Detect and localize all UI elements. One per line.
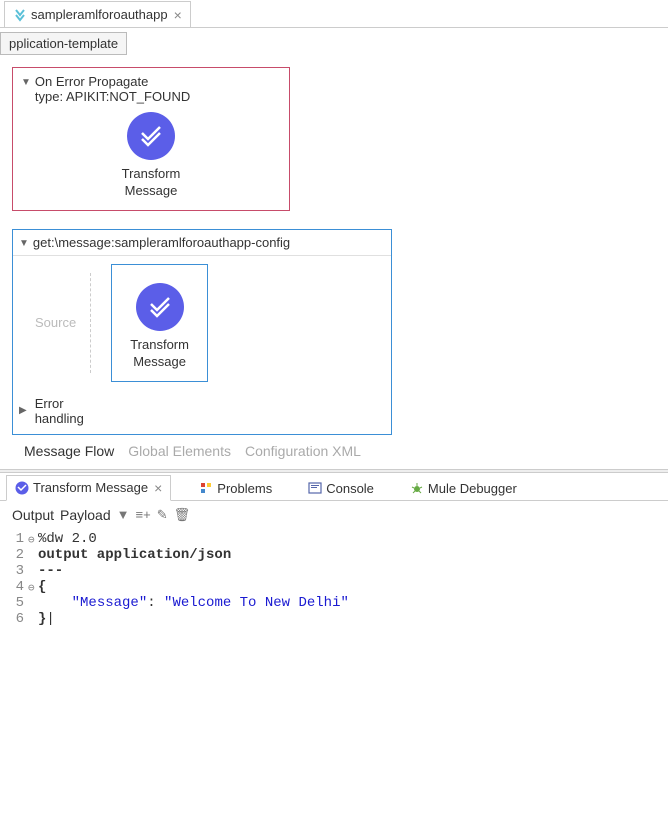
transform-message-component[interactable]: Transform Message (21, 112, 281, 200)
bottom-tab-bar: Transform Message × Problems Console Mul… (0, 473, 668, 501)
error-handling-label: Error handling (35, 396, 84, 426)
transform-label: Transform Message (130, 337, 189, 371)
cursor: | (46, 611, 54, 627)
collapse-icon[interactable]: ▼ (21, 74, 31, 88)
problems-icon (199, 481, 213, 495)
error-subtitle: type: APIKIT:NOT_FOUND (35, 89, 190, 104)
close-icon[interactable]: × (174, 7, 182, 23)
dropdown-icon[interactable]: ▼ (117, 507, 130, 522)
add-target-icon[interactable]: ≡+ (136, 507, 151, 522)
flow-block[interactable]: ▼ get:\message:sampleramlforoauthapp-con… (12, 229, 392, 435)
expand-icon[interactable]: ▶ (19, 405, 27, 416)
editor-tab[interactable]: sampleramlforoauthapp × (4, 1, 191, 27)
tab-global-elements[interactable]: Global Elements (128, 443, 231, 459)
tab-problems[interactable]: Problems (191, 477, 280, 500)
payload-label: Payload (60, 507, 111, 523)
output-toolbar: Output Payload ▼ ≡+ ✎ 🗑 (0, 501, 668, 529)
close-icon[interactable]: × (154, 480, 162, 496)
tab-console[interactable]: Console (300, 477, 382, 500)
tooltip: pplication-template (0, 32, 127, 55)
tab-message-flow[interactable]: Message Flow (24, 443, 114, 459)
transform-tab-icon (15, 481, 29, 495)
console-icon (308, 481, 322, 495)
tab-mule-debugger[interactable]: Mule Debugger (402, 477, 525, 500)
transform-icon (127, 112, 175, 160)
collapse-icon[interactable]: ▼ (19, 235, 29, 249)
error-propagate-block[interactable]: ▼ On Error Propagate type: APIKIT:NOT_FO… (12, 67, 290, 211)
error-title: On Error Propagate (35, 74, 190, 89)
tab-configuration-xml[interactable]: Configuration XML (245, 443, 361, 459)
dataweave-editor[interactable]: 1⊖%dw 2.0 2 output application/json 3 --… (0, 529, 668, 627)
transform-label: Transform Message (122, 166, 181, 200)
tab-transform-message[interactable]: Transform Message × (6, 475, 171, 501)
canvas: ▼ On Error Propagate type: APIKIT:NOT_FO… (0, 61, 668, 469)
source-placeholder[interactable]: Source (21, 273, 91, 373)
flow-title: get:\message:sampleramlforoauthapp-confi… (33, 235, 290, 250)
editor-tab-bar: sampleramlforoauthapp × (0, 0, 668, 28)
transform-message-component-selected[interactable]: Transform Message (111, 264, 208, 382)
output-label: Output (12, 507, 54, 523)
view-tab-bar: Message Flow Global Elements Configurati… (12, 435, 656, 467)
editor-tab-label: sampleramlforoauthapp (31, 7, 168, 22)
delete-icon[interactable]: 🗑 (174, 507, 191, 523)
edit-icon[interactable]: ✎ (157, 507, 168, 523)
file-icon (13, 8, 27, 22)
transform-icon (136, 283, 184, 331)
debugger-icon (410, 481, 424, 495)
